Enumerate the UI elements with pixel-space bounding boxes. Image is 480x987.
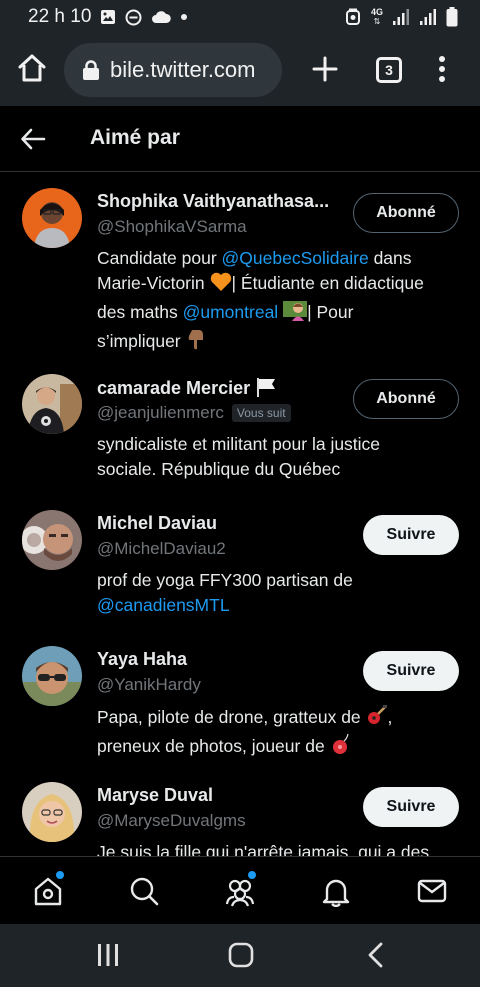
avatar[interactable] [22,188,82,248]
url-text: bile.twitter.com [110,57,256,82]
notification-dot-icon [56,871,64,879]
mention-link[interactable]: @QuebecSolidaire [222,248,369,268]
avatar[interactable] [22,646,82,706]
new-tab-icon[interactable] [310,54,340,84]
follow-button[interactable]: Suivre [363,651,459,691]
user-handle: @ShophikaVSarma [97,217,247,236]
list-item[interactable]: Shophika Vaithyanathasa... @ShophikaVSar… [0,188,480,358]
user-bio: prof de yoga FFY300 partisan de @canadie… [97,570,353,615]
battery-icon [446,7,458,27]
home-icon[interactable] [32,875,64,907]
avatar[interactable] [22,510,82,570]
back-arrow-icon[interactable] [20,126,46,152]
user-bio: Papa, pilote de drone, gratteux de , pre… [97,704,467,762]
following-button[interactable]: Abonné [353,193,459,233]
status-bar: 22 h 10 4G ⇅ [0,0,480,34]
user-handle: @jeanjulienmerc Vous suit [97,403,291,423]
do-not-disturb-icon [125,9,142,26]
notification-dot-icon [180,13,188,21]
follows-you-badge: Vous suit [231,404,291,422]
recent-apps-icon[interactable] [96,942,120,973]
list-item[interactable]: Maryse Duval @MaryseDuvalgms Suivre Je s… [0,782,480,856]
user-name: Michel Daviau [97,513,218,533]
signal-icon [392,8,410,26]
notifications-icon[interactable] [320,875,352,908]
mention-link[interactable]: @umontreal [183,302,279,322]
guitar-icon [366,704,388,733]
avatar[interactable] [22,782,82,842]
lock-icon [83,60,99,80]
system-navigation-bar [0,924,480,987]
page-title: Aimé par [90,126,180,149]
user-name: Shophika Vaithyanathasa... [97,191,330,211]
follow-button[interactable]: Suivre [363,787,459,827]
pointing-down-icon [186,328,206,357]
address-bar[interactable]: bile.twitter.com [64,43,282,97]
user-bio: syndicaliste et militant pour la justice… [97,434,381,479]
user-name: Maryse Duval [97,785,214,805]
communities-icon[interactable] [224,875,256,907]
list-item[interactable]: Yaya Haha @YanikHardy Suivre Papa, pilot… [0,646,480,766]
list-item[interactable]: camarade Mercier @jeanjulienmerc Vous sui… [0,374,480,494]
user-name: Yaya Haha [97,649,188,669]
mention-link[interactable]: @canadiensMTL [97,595,230,615]
tab-switcher-button[interactable]: 3 [376,57,402,83]
image-icon [100,9,116,25]
flag-icon [255,377,277,402]
user-bio: Candidate pour @QuebecSolidaire dans Mar… [97,246,467,357]
follow-button[interactable]: Suivre [363,515,459,555]
teacher-emoji-icon [283,299,308,328]
user-bio: Je suis la fille qui n'arrête jamais, qu… [97,842,430,856]
orange-heart-icon [210,272,232,299]
network-type: 4G ⇅ [370,7,383,27]
user-handle: @YanikHardy [97,675,201,694]
status-time: 22 h 10 [28,6,92,27]
yoyo-icon [330,733,352,762]
liked-by-list: Shophika Vaithyanathasa... @ShophikaVSar… [0,172,480,856]
browser-toolbar: bile.twitter.com 3 [0,34,480,106]
messages-icon[interactable] [416,875,448,907]
more-menu-icon[interactable] [434,54,450,84]
home-icon[interactable] [16,52,48,84]
back-icon[interactable] [366,942,386,973]
cloud-icon [151,10,172,24]
page-header: Aimé par [0,106,480,172]
user-name: camarade Mercier [97,377,277,402]
search-icon[interactable] [128,875,160,907]
avatar[interactable] [22,374,82,434]
following-button[interactable]: Abonné [353,379,459,419]
bottom-navigation [0,856,480,924]
home-circle-icon[interactable] [228,942,254,973]
user-handle: @MichelDaviau2 [97,539,226,558]
user-handle: @MaryseDuvalgms [97,811,246,830]
alarm-icon [344,8,362,26]
notification-dot-icon [248,871,256,879]
list-item[interactable]: Michel Daviau @MichelDaviau2 Suivre prof… [0,510,480,630]
signal-icon [419,8,437,26]
